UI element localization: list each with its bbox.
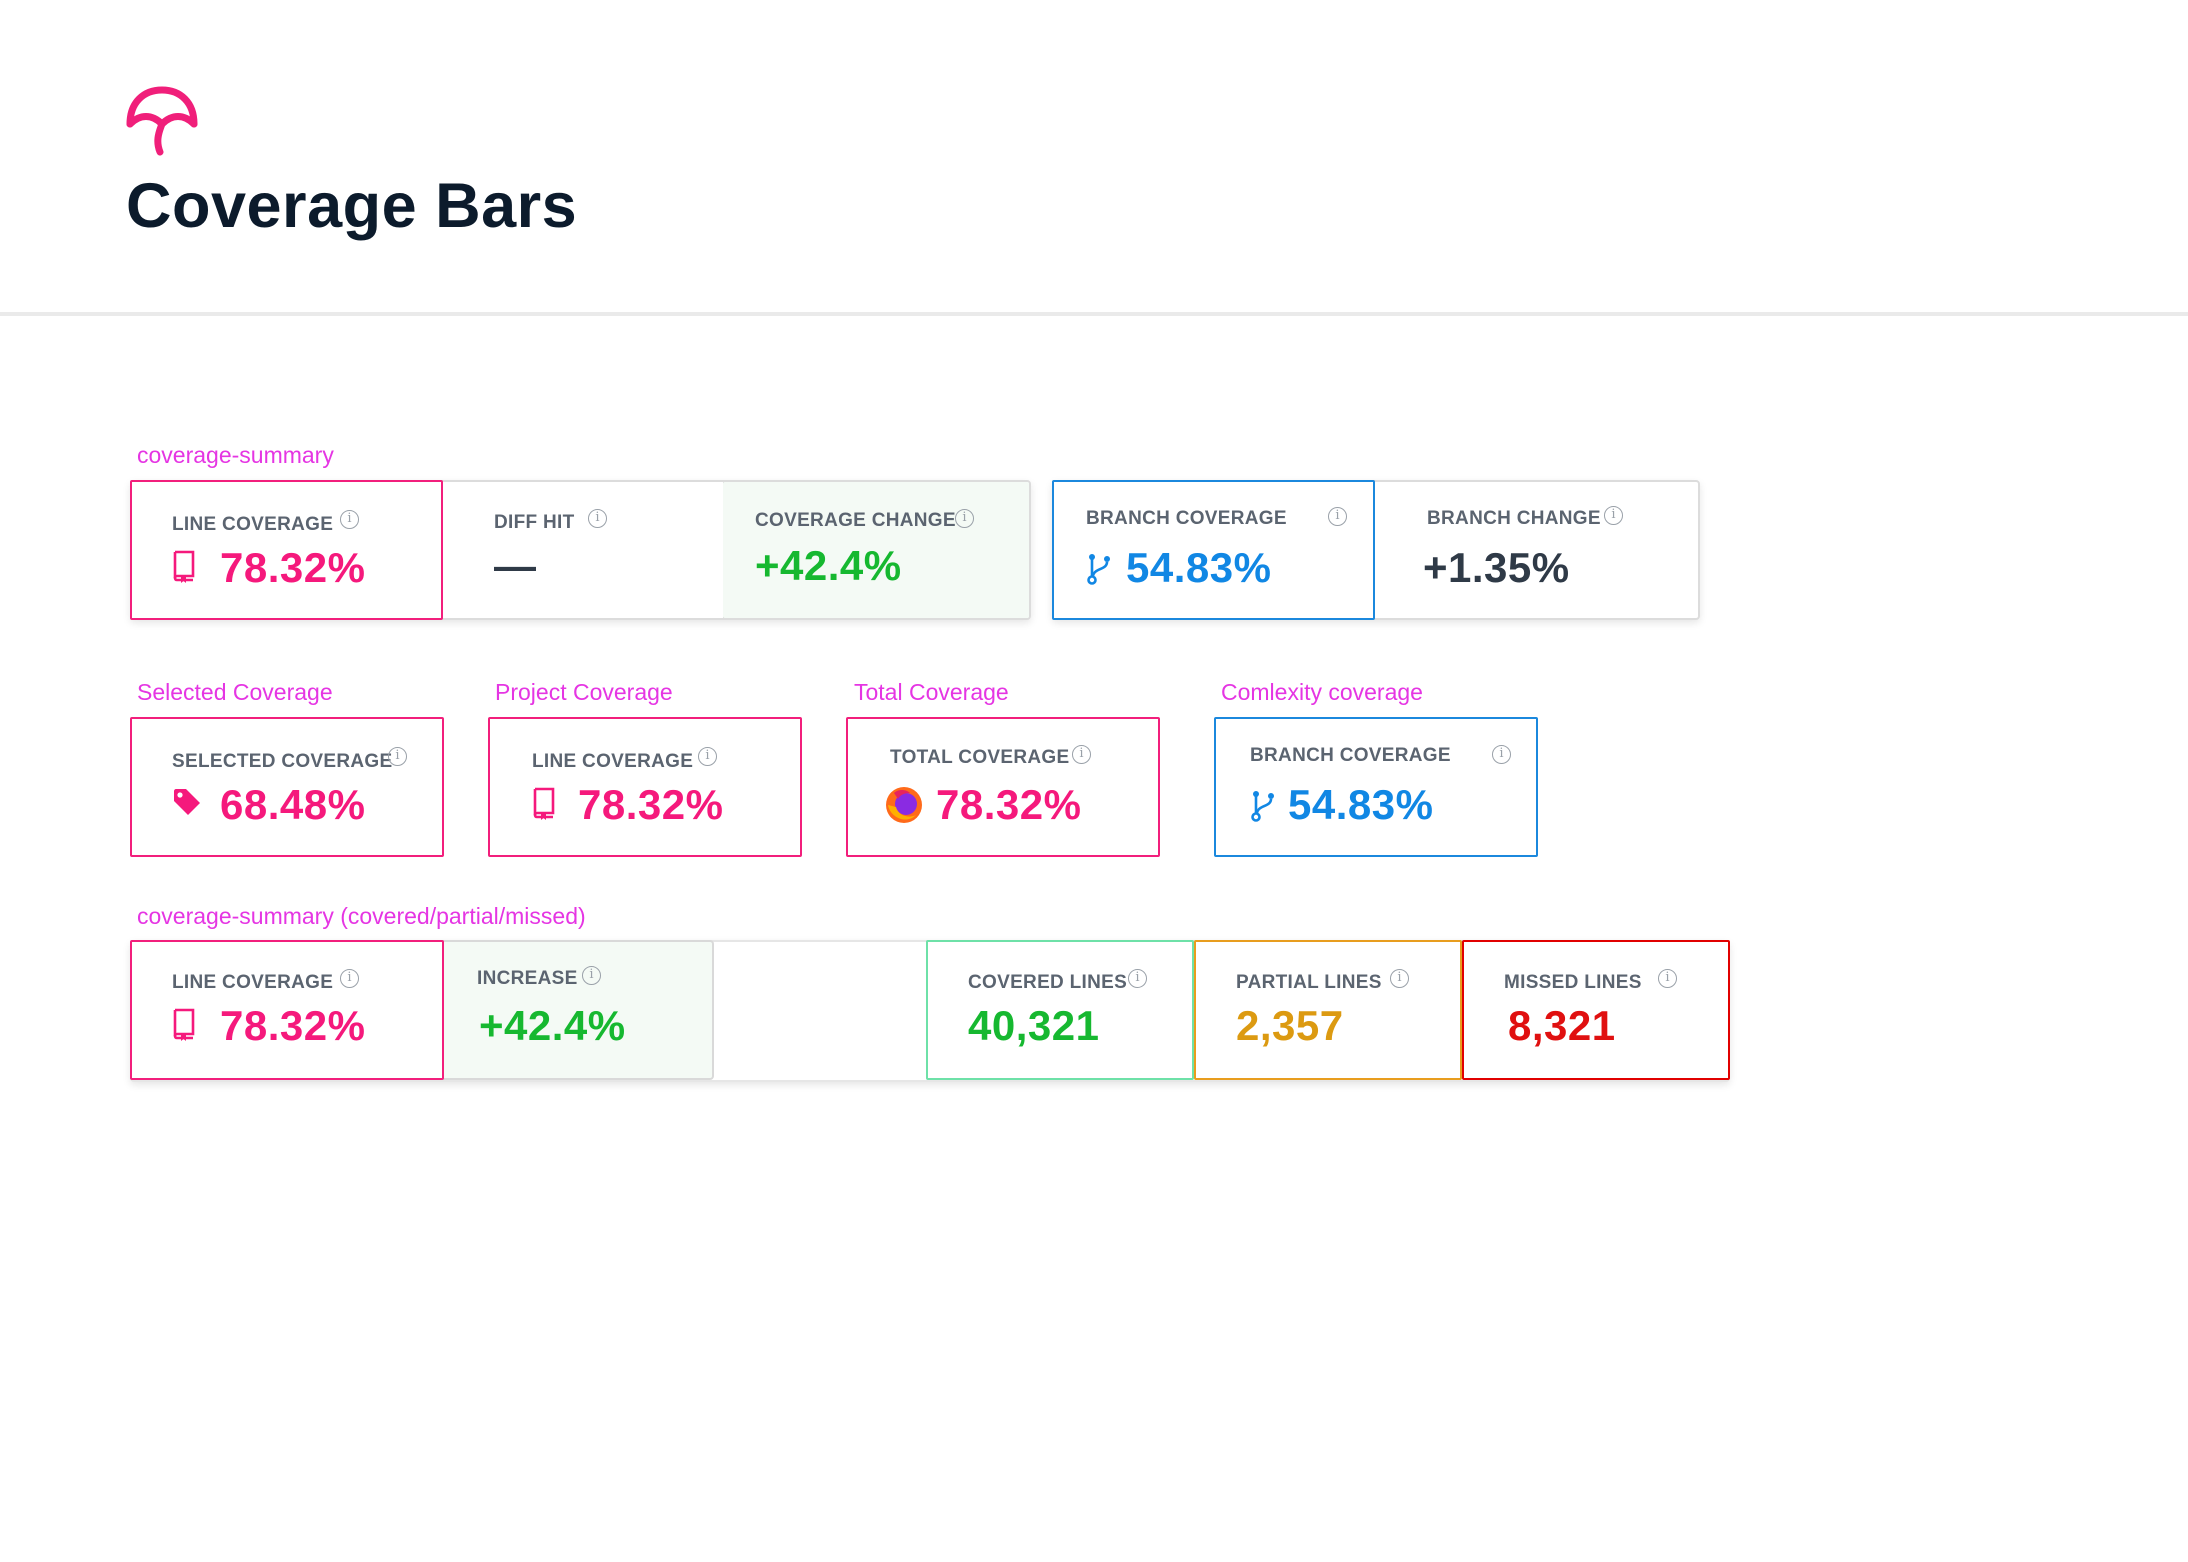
card-label: DIFF HIT [494,512,575,533]
book-icon [173,550,195,583]
card-label: BRANCH COVERAGE [1086,508,1287,529]
branch-coverage-value: 54.83% [1126,544,1272,591]
card-label: LINE COVERAGE [532,751,694,772]
info-icon[interactable]: i [388,747,407,766]
card-label: COVERAGE CHANGE [755,510,956,531]
section-label-lines: coverage-summary (covered/partial/missed… [137,903,586,929]
selected-coverage-value: 68.48% [220,781,366,828]
book-icon [533,787,555,820]
info-icon[interactable]: i [340,969,359,988]
branch-change-card: BRANCH CHANGE i +1.35% [1375,482,1698,618]
branch-coverage-card: BRANCH COVERAGE i 54.83% [1052,480,1375,620]
missed-lines-value: 8,321 [1508,1002,1616,1049]
page-title: Coverage Bars [126,171,578,241]
partial-lines-card: PARTIAL LINES i 2,357 [1194,940,1462,1080]
card-label: COVERED LINES [968,972,1128,993]
total-coverage-card: TOTAL COVERAGE i 78.32% [846,717,1160,857]
missed-lines-card: MISSED LINES i 8,321 [1462,940,1730,1080]
branch-icon [1251,791,1274,822]
section-label-total: Total Coverage [854,679,1009,705]
info-icon[interactable]: i [698,747,717,766]
section-label-summary: coverage-summary [137,442,334,468]
branch-icon [1087,554,1110,585]
selected-coverage-card: SELECTED COVERAGE i 68.48% [130,717,444,857]
branch-change-value: +1.35% [1423,544,1570,591]
increase-card: INCREASE i +42.4% [443,940,714,1080]
firefox-icon [886,787,922,823]
card-label: BRANCH CHANGE [1427,508,1601,529]
partial-lines-value: 2,357 [1236,1002,1344,1049]
project-coverage-card: LINE COVERAGE i 78.32% [488,717,802,857]
card-label: LINE COVERAGE [172,972,334,993]
increase-value: +42.4% [479,1002,626,1049]
info-icon[interactable]: i [340,510,359,529]
project-coverage-value: 78.32% [578,781,724,828]
card-label: PARTIAL LINES [1236,972,1382,993]
info-icon[interactable]: i [1328,507,1347,526]
card-label: MISSED LINES [1504,972,1642,993]
info-icon[interactable]: i [582,966,601,985]
diff-hit-value: — [494,542,537,589]
info-icon[interactable]: i [1604,506,1623,525]
info-icon[interactable]: i [588,509,607,528]
info-icon[interactable]: i [1128,969,1147,988]
covered-lines-value: 40,321 [968,1002,1100,1049]
coverage-change-value: +42.4% [755,542,902,589]
card-label: LINE COVERAGE [172,514,334,535]
line-coverage-card: LINE COVERAGE i 78.32% [130,480,443,620]
section-label-complexity: Comlexity coverage [1221,679,1423,705]
card-label: BRANCH COVERAGE [1250,745,1451,766]
info-icon[interactable]: i [1072,745,1091,764]
coverage-change-card: COVERAGE CHANGE i +42.4% [723,482,1029,618]
card-label: SELECTED COVERAGE [172,751,393,772]
info-icon[interactable]: i [1658,969,1677,988]
card-label: INCREASE [477,968,578,989]
line-coverage-value: 78.32% [220,544,366,591]
line-coverage-card: LINE COVERAGE i 78.32% [130,940,444,1080]
section-label-project: Project Coverage [495,679,673,705]
page-header: Coverage Bars [0,0,2188,316]
info-icon[interactable]: i [1390,969,1409,988]
section-label-selected: Selected Coverage [137,679,333,705]
covered-lines-card: COVERED LINES i 40,321 [926,940,1194,1080]
info-icon[interactable]: i [1492,745,1511,764]
umbrella-logo-icon [126,86,198,156]
diff-hit-card: DIFF HIT i — [444,482,722,618]
line-coverage-value: 78.32% [220,1002,366,1049]
total-coverage-value: 78.32% [936,781,1082,828]
info-icon[interactable]: i [955,509,974,528]
card-label: TOTAL COVERAGE [890,747,1070,768]
tag-icon [174,789,200,815]
complexity-coverage-card: BRANCH COVERAGE i 54.83% [1214,717,1538,857]
complexity-coverage-value: 54.83% [1288,781,1434,828]
book-icon [173,1008,195,1041]
